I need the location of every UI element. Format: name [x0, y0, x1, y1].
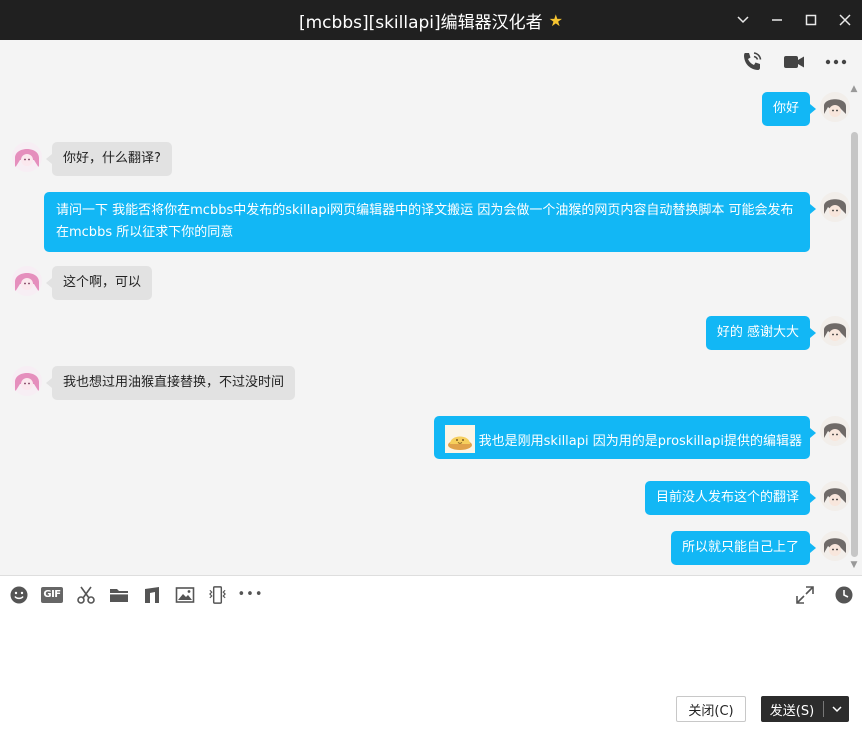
window-title-text: [mcbbs][skillapi]编辑器汉化者	[298, 12, 543, 33]
chat-history[interactable]: ▲ ▼ 你好 你好，什么翻译? 请问一下 我能否将你在mcbbs中发布的skil…	[0, 40, 862, 575]
message-bubble[interactable]: 目前没人发布这个的翻译	[644, 481, 817, 515]
input-toolbar-right	[794, 584, 854, 605]
message-incoming: 这个啊，可以	[12, 266, 153, 300]
message-outgoing: 目前没人发布这个的翻译	[644, 481, 850, 515]
avatar-anime-girl-icon	[12, 366, 42, 396]
star-icon: ★	[548, 10, 564, 30]
image-icon	[175, 586, 194, 603]
video-call-button[interactable]	[782, 50, 806, 74]
expand-icon	[795, 585, 814, 604]
message-incoming: 我也想过用油猴直接替换，不过没时间	[12, 366, 296, 400]
folder-icon	[109, 588, 128, 602]
self-avatar[interactable]	[820, 192, 850, 222]
self-avatar[interactable]	[820, 316, 850, 346]
window-controls	[726, 0, 862, 40]
music-note-icon	[144, 586, 159, 603]
emoji-button[interactable]	[8, 584, 29, 605]
contact-avatar[interactable]	[12, 366, 42, 396]
avatar-anime-boy-icon	[820, 192, 850, 222]
avatar-anime-girl-icon	[12, 266, 42, 296]
message-bubble[interactable]: 你好，什么翻译?	[46, 142, 172, 176]
scroll-thumb[interactable]	[851, 132, 858, 557]
shake-phone-icon	[209, 585, 226, 604]
minimize-button[interactable]	[760, 0, 794, 40]
video-call-icon	[784, 56, 804, 68]
music-button[interactable]	[141, 584, 162, 605]
message-bubble[interactable]: 请问一下 我能否将你在mcbbs中发布的skillapi网页编辑器中的译文搬运 …	[44, 192, 816, 252]
avatar-anime-girl-icon	[12, 142, 42, 172]
self-avatar[interactable]	[820, 481, 850, 511]
send-button-label: 发送(S)	[769, 703, 815, 719]
close-chat-button[interactable]: 关闭(C)	[676, 696, 746, 722]
smiley-icon	[10, 586, 27, 603]
message-outgoing: 好的 感谢大大	[705, 316, 850, 350]
maximize-button[interactable]	[794, 0, 828, 40]
avatar-anime-boy-icon	[820, 531, 850, 561]
send-button[interactable]: 发送(S)	[761, 696, 849, 722]
input-toolbar: GIF •••	[8, 584, 263, 605]
message-incoming: 你好，什么翻译?	[12, 142, 172, 176]
minimize-icon	[772, 19, 782, 21]
collapse-button[interactable]	[726, 0, 760, 40]
pudding-sticker-icon	[444, 425, 475, 453]
window-title: [mcbbs][skillapi]编辑器汉化者 ★	[299, 8, 563, 33]
message-input-area[interactable]: GIF ••• 关闭(C) 发送(S)	[0, 576, 862, 737]
call-actions	[740, 50, 848, 74]
expand-input-button[interactable]	[794, 584, 815, 605]
avatar-anime-boy-icon	[820, 481, 850, 511]
contact-avatar[interactable]	[12, 266, 42, 296]
close-window-button[interactable]	[828, 0, 862, 40]
self-avatar[interactable]	[820, 531, 850, 561]
message-outgoing: 所以就只能自己上了	[670, 531, 850, 565]
image-button[interactable]	[174, 584, 195, 605]
message-text: 我也是刚用skillapi 因为用的是proskillapi提供的编辑器	[478, 434, 802, 449]
screenshot-button[interactable]	[75, 584, 96, 605]
scissors-icon	[76, 586, 95, 604]
self-avatar[interactable]	[820, 92, 850, 122]
message-bubble[interactable]: 我也是刚用skillapi 因为用的是proskillapi提供的编辑器	[433, 416, 817, 459]
more-options-button[interactable]	[824, 50, 848, 74]
voice-call-button[interactable]	[740, 50, 764, 74]
message-outgoing: 你好	[761, 92, 850, 126]
clock-icon	[835, 586, 852, 603]
avatar-anime-boy-icon	[820, 92, 850, 122]
more-tools-button[interactable]: •••	[238, 584, 263, 605]
gif-button[interactable]: GIF	[41, 586, 63, 603]
avatar-anime-boy-icon	[820, 316, 850, 346]
shake-window-button[interactable]	[207, 584, 228, 605]
self-avatar[interactable]	[820, 416, 850, 446]
file-button[interactable]	[108, 584, 129, 605]
more-options-icon	[825, 59, 847, 65]
message-bubble[interactable]: 你好	[761, 92, 817, 126]
chevron-down-icon	[737, 16, 749, 24]
message-history-button[interactable]	[833, 584, 854, 605]
message-outgoing: 请问一下 我能否将你在mcbbs中发布的skillapi网页编辑器中的译文搬运 …	[44, 192, 850, 252]
message-bubble[interactable]: 这个啊，可以	[45, 266, 153, 300]
message-bubble[interactable]: 所以就只能自己上了	[670, 531, 817, 565]
message-bubble[interactable]: 好的 感谢大大	[705, 316, 817, 350]
contact-avatar[interactable]	[12, 142, 42, 172]
message-bubble[interactable]: 我也想过用油猴直接替换，不过没时间	[45, 366, 296, 400]
maximize-icon	[805, 14, 817, 26]
title-bar: [mcbbs][skillapi]编辑器汉化者 ★	[0, 0, 862, 40]
phone-call-icon	[744, 52, 762, 70]
avatar-anime-boy-icon	[820, 416, 850, 446]
message-outgoing: 我也是刚用skillapi 因为用的是proskillapi提供的编辑器	[433, 416, 850, 459]
close-icon	[839, 14, 851, 26]
send-options-chevron-down-icon[interactable]	[824, 703, 849, 715]
